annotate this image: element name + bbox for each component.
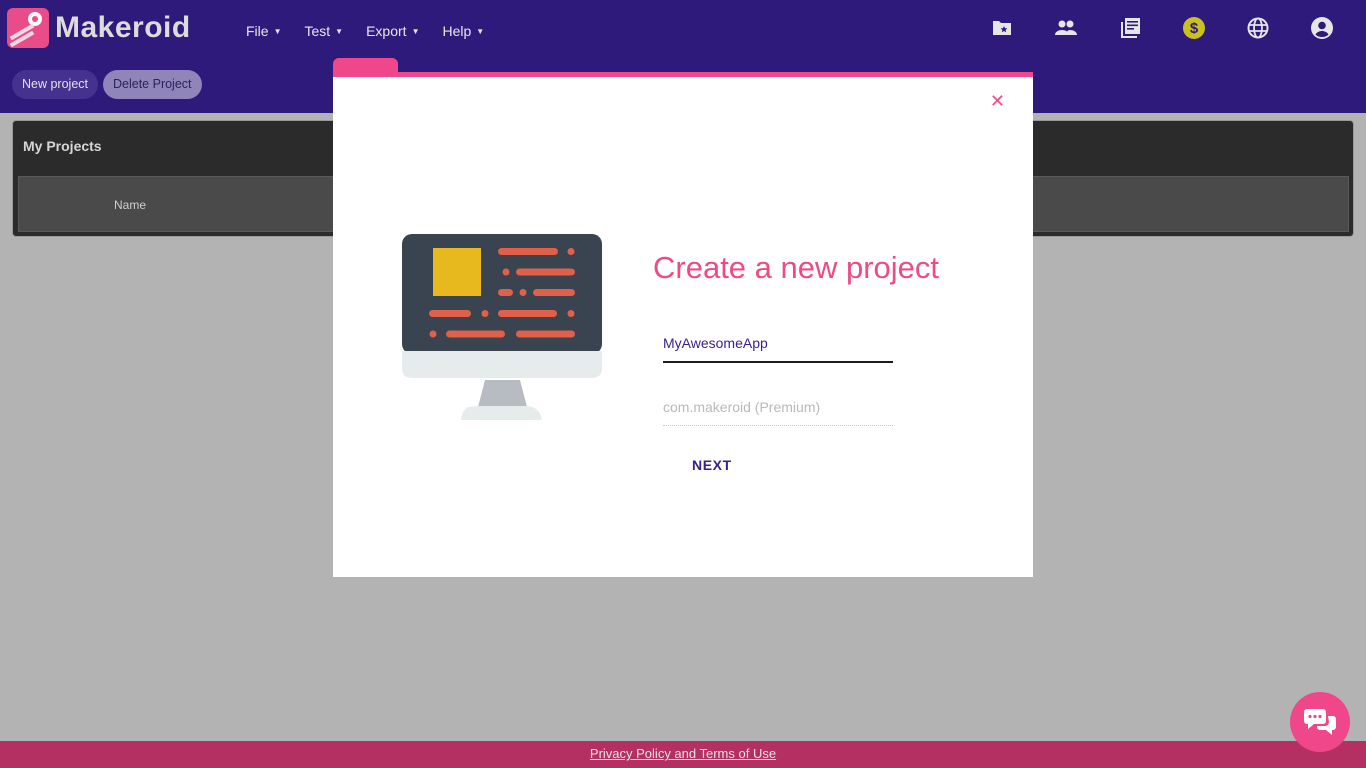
delete-project-button[interactable]: Delete Project (103, 70, 202, 99)
computer-illustration-icon (402, 234, 602, 420)
folder-star-icon[interactable] (990, 16, 1014, 40)
menu-export[interactable]: Export ▼ (366, 20, 419, 42)
package-name-input[interactable] (663, 395, 893, 425)
menu-export-label: Export (366, 23, 407, 39)
caret-down-icon: ▼ (335, 26, 344, 36)
account-icon[interactable] (1310, 16, 1334, 40)
new-project-button[interactable]: New project (12, 70, 98, 99)
app-name: Makeroid (55, 11, 191, 44)
footer: Privacy Policy and Terms of Use (0, 741, 1366, 768)
privacy-policy-link[interactable]: Privacy Policy and Terms of Use (590, 746, 776, 761)
logo-mark-icon (7, 8, 49, 48)
menu-help-label: Help (442, 23, 472, 39)
chat-button[interactable] (1290, 692, 1350, 752)
menu-file-label: File (246, 23, 269, 39)
next-button[interactable]: NEXT (692, 457, 732, 473)
caret-down-icon: ▼ (476, 26, 485, 36)
close-icon[interactable]: ✕ (990, 91, 1005, 112)
chat-bubbles-icon (1304, 709, 1336, 735)
main-menu: File ▼ Test ▼ Export ▼ Help ▼ (246, 20, 484, 42)
menu-test[interactable]: Test ▼ (304, 20, 343, 42)
globe-icon[interactable] (1246, 16, 1270, 40)
header-icon-bar: $ (950, 16, 1334, 40)
new-project-dialog: ✕ Create a new project NEXT (333, 72, 1033, 577)
caret-down-icon: ▼ (273, 26, 282, 36)
project-toolbar: New project Delete Project (12, 70, 202, 99)
panel-title: My Projects (23, 138, 102, 154)
project-name-input[interactable] (663, 331, 893, 361)
people-icon[interactable] (1054, 16, 1078, 40)
app-logo[interactable]: Makeroid (7, 8, 191, 48)
menu-help[interactable]: Help ▼ (442, 20, 484, 42)
library-icon[interactable] (1118, 16, 1142, 40)
package-name-field (663, 395, 893, 426)
dollar-icon[interactable]: $ (1182, 16, 1206, 40)
caret-down-icon: ▼ (411, 26, 420, 36)
svg-text:$: $ (1190, 20, 1199, 37)
menu-file[interactable]: File ▼ (246, 20, 281, 42)
dialog-title: Create a new project (653, 250, 940, 285)
project-name-field (663, 331, 893, 363)
column-name-header[interactable]: Name (114, 198, 146, 212)
menu-test-label: Test (304, 23, 331, 39)
